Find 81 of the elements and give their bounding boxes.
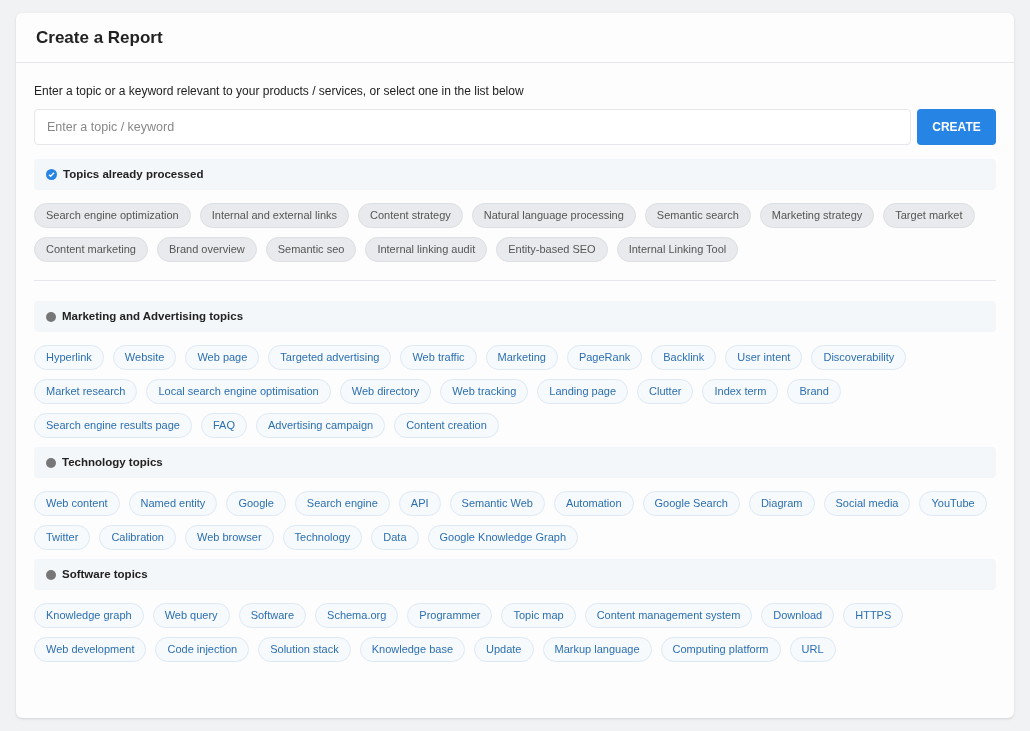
topic-chip[interactable]: Discoverability bbox=[811, 345, 907, 370]
topic-chip[interactable]: Data bbox=[371, 525, 419, 550]
topic-chip[interactable]: Entity-based SEO bbox=[496, 237, 608, 262]
topic-chip[interactable]: Google Knowledge Graph bbox=[427, 525, 579, 550]
topic-chip[interactable]: Computing platform bbox=[660, 637, 781, 662]
topic-chip[interactable]: Natural language processing bbox=[471, 203, 636, 228]
topic-chip[interactable]: HTTPS bbox=[843, 603, 904, 628]
topic-chip[interactable]: Brand bbox=[787, 379, 841, 404]
topic-chip[interactable]: Content strategy bbox=[358, 203, 463, 228]
topic-chip[interactable]: Knowledge graph bbox=[34, 603, 144, 628]
topic-chip[interactable]: Clutter bbox=[637, 379, 694, 404]
topic-chip[interactable]: Twitter bbox=[34, 525, 91, 550]
instructions-text: Enter a topic or a keyword relevant to your products / services, or select one in the list below bbox=[34, 83, 525, 100]
topic-chip[interactable]: Knowledge base bbox=[359, 637, 465, 662]
section-title: Marketing and Advertising topics bbox=[62, 308, 244, 324]
topic-chip[interactable]: Marketing bbox=[485, 345, 558, 370]
topic-chip[interactable]: Web query bbox=[152, 603, 230, 628]
topic-chip[interactable]: Technology bbox=[282, 525, 363, 550]
topic-chip[interactable]: Search engine bbox=[294, 491, 390, 516]
topic-chip[interactable]: Automation bbox=[553, 491, 634, 516]
topic-chip[interactable]: Website bbox=[112, 345, 177, 370]
topic-chip[interactable]: PageRank bbox=[566, 345, 643, 370]
topic-chip[interactable]: Diagram bbox=[748, 491, 815, 516]
topic-chip[interactable]: Backlink bbox=[651, 345, 717, 370]
topic-chip[interactable]: Internal Linking Tool bbox=[616, 237, 739, 262]
topic-chip[interactable]: Web tracking bbox=[440, 379, 529, 404]
topic-chip[interactable]: Schema.org bbox=[315, 603, 399, 628]
section-title: Topics already processed bbox=[63, 166, 204, 182]
topic-chip[interactable]: Content creation bbox=[394, 413, 499, 438]
topic-chip[interactable]: Google Search bbox=[642, 491, 740, 516]
topic-chip[interactable]: User intent bbox=[725, 345, 803, 370]
section-title: Software topics bbox=[62, 566, 148, 582]
topic-chip[interactable]: FAQ bbox=[200, 413, 247, 438]
topic-chip[interactable]: Semantic seo bbox=[265, 237, 357, 262]
topic-chip[interactable]: Semantic search bbox=[644, 203, 751, 228]
topic-chip[interactable]: API bbox=[398, 491, 441, 516]
topic-chip[interactable]: Software bbox=[238, 603, 307, 628]
bullet-icon bbox=[46, 457, 56, 468]
topic-chip[interactable]: Social media bbox=[823, 491, 911, 516]
topic-chip[interactable]: Code injection bbox=[155, 637, 250, 662]
topic-chip[interactable]: Content management system bbox=[584, 603, 753, 628]
topic-chip[interactable]: Topic map bbox=[501, 603, 576, 628]
check-circle-icon bbox=[46, 169, 57, 180]
topic-chip[interactable]: Calibration bbox=[99, 525, 176, 550]
topic-chip[interactable]: Update bbox=[474, 637, 534, 662]
topic-chip[interactable]: Web content bbox=[34, 491, 120, 516]
topic-chip[interactable]: YouTube bbox=[919, 491, 987, 516]
create-button[interactable]: CREATE bbox=[917, 109, 996, 145]
topic-chip[interactable]: Targeted advertising bbox=[268, 345, 392, 370]
card-title: Create a Report bbox=[36, 26, 163, 49]
topic-chip[interactable]: Local search engine optimisation bbox=[146, 379, 331, 404]
bullet-icon bbox=[46, 569, 56, 580]
topic-input-field[interactable]: Enter a topic / keyword bbox=[34, 109, 911, 145]
topic-chip[interactable]: Target market bbox=[883, 203, 975, 228]
topic-chip[interactable]: Brand overview bbox=[156, 237, 257, 262]
topic-chip[interactable]: Programmer bbox=[407, 603, 493, 628]
topic-chip[interactable]: Content marketing bbox=[34, 237, 148, 262]
topic-chip[interactable]: Semantic Web bbox=[449, 491, 545, 516]
topic-chip[interactable]: Internal and external links bbox=[199, 203, 350, 228]
topic-chip[interactable]: Web page bbox=[185, 345, 260, 370]
topic-chip[interactable]: Index term bbox=[702, 379, 779, 404]
topic-chip[interactable]: Internal linking audit bbox=[365, 237, 488, 262]
section-title: Technology topics bbox=[62, 454, 163, 470]
topic-chip[interactable]: Web development bbox=[34, 637, 147, 662]
bullet-icon bbox=[46, 311, 56, 322]
topic-chip[interactable]: Web browser bbox=[185, 525, 274, 550]
topic-chip[interactable]: Advertising campaign bbox=[255, 413, 386, 438]
topic-chip[interactable]: Market research bbox=[34, 379, 138, 404]
topic-chip[interactable]: Search engine optimization bbox=[34, 203, 191, 228]
topic-chip[interactable]: Markup language bbox=[542, 637, 652, 662]
topic-chip[interactable]: Hyperlink bbox=[34, 345, 104, 370]
topic-chip[interactable]: Marketing strategy bbox=[759, 203, 875, 228]
topic-chip[interactable]: Google bbox=[226, 491, 286, 516]
topic-chip[interactable]: Search engine results page bbox=[34, 413, 192, 438]
topic-chip[interactable]: URL bbox=[789, 637, 836, 662]
topic-chip[interactable]: Download bbox=[761, 603, 835, 628]
topic-chip[interactable]: Landing page bbox=[537, 379, 629, 404]
topic-chip[interactable]: Named entity bbox=[128, 491, 218, 516]
topic-chip[interactable]: Solution stack bbox=[258, 637, 351, 662]
topic-chip[interactable]: Web traffic bbox=[400, 345, 477, 370]
topic-chip[interactable]: Web directory bbox=[339, 379, 432, 404]
